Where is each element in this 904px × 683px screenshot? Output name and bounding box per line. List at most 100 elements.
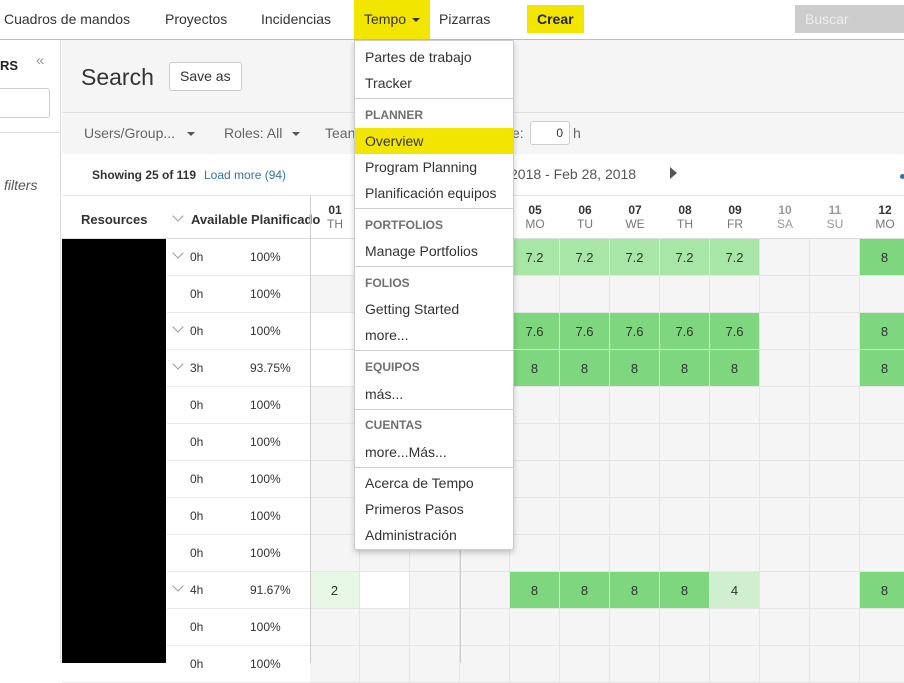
calendar-cell[interactable] (710, 535, 760, 572)
calendar-cell[interactable] (410, 646, 460, 683)
calendar-cell[interactable] (560, 535, 610, 572)
calendar-cell[interactable] (710, 461, 760, 498)
calendar-cell[interactable] (560, 498, 610, 535)
team-filter[interactable]: Tean (325, 125, 355, 141)
calendar-cell[interactable]: 8 (660, 350, 710, 387)
menu-item-about-tempo[interactable]: Acerca de Tempo (355, 470, 513, 496)
chevron-down-icon[interactable] (172, 358, 184, 370)
load-more-link[interactable]: Load more (94) (204, 168, 286, 182)
calendar-cell[interactable]: 7.2 (660, 239, 710, 276)
nav-boards[interactable]: Pizarras (439, 0, 490, 39)
menu-item-team-planning[interactable]: Planificación equipos (355, 180, 513, 206)
calendar-cell[interactable] (310, 646, 360, 683)
available-column-header[interactable]: Available (191, 212, 248, 227)
calendar-cell[interactable] (310, 276, 360, 313)
hours-input[interactable]: 0 (530, 121, 570, 145)
calendar-cell[interactable]: 8 (860, 239, 904, 276)
menu-item-tracker[interactable]: Tracker (355, 70, 513, 96)
calendar-cell[interactable]: 8 (860, 350, 904, 387)
create-button[interactable]: Crear (527, 5, 584, 33)
calendar-cell[interactable] (710, 498, 760, 535)
calendar-cell[interactable] (410, 572, 460, 609)
calendar-cell[interactable] (710, 609, 760, 646)
calendar-cell[interactable] (760, 609, 810, 646)
calendar-cell[interactable] (760, 239, 810, 276)
calendar-cell[interactable]: 8 (860, 313, 904, 350)
chevron-down-icon[interactable] (172, 247, 184, 259)
calendar-cell[interactable] (610, 276, 660, 313)
calendar-cell[interactable] (560, 461, 610, 498)
calendar-cell[interactable] (760, 535, 810, 572)
nav-dashboards[interactable]: Cuadros de mandos (4, 0, 130, 39)
calendar-cell[interactable] (460, 609, 510, 646)
calendar-cell[interactable] (710, 387, 760, 424)
calendar-cell[interactable]: 8 (560, 572, 610, 609)
save-as-button[interactable]: Save as (169, 62, 242, 91)
calendar-cell[interactable] (760, 424, 810, 461)
calendar-cell[interactable] (610, 535, 660, 572)
calendar-cell[interactable]: 8 (660, 572, 710, 609)
chevron-down-icon[interactable] (172, 321, 184, 333)
menu-item-equipos-more[interactable]: más... (355, 381, 513, 407)
calendar-cell[interactable] (410, 609, 460, 646)
calendar-cell[interactable] (560, 609, 610, 646)
calendar-cell[interactable]: 2 (310, 572, 360, 609)
calendar-cell[interactable] (560, 276, 610, 313)
calendar-cell[interactable] (610, 424, 660, 461)
calendar-cell[interactable] (510, 535, 560, 572)
calendar-cell[interactable] (660, 424, 710, 461)
calendar-cell[interactable] (460, 646, 510, 683)
calendar-cell[interactable]: 8 (610, 350, 660, 387)
calendar-cell[interactable] (310, 239, 360, 276)
calendar-cell[interactable] (360, 646, 410, 683)
calendar-cell[interactable] (710, 424, 760, 461)
calendar-cell[interactable] (660, 609, 710, 646)
calendar-cell[interactable] (810, 387, 860, 424)
calendar-cell[interactable] (660, 461, 710, 498)
calendar-cell[interactable] (810, 350, 860, 387)
calendar-cell[interactable] (760, 646, 810, 683)
calendar-cell[interactable]: 7.6 (660, 313, 710, 350)
calendar-cell[interactable] (510, 461, 560, 498)
resources-column-header[interactable]: Resources (81, 212, 147, 227)
calendar-cell[interactable] (860, 276, 904, 313)
calendar-cell[interactable] (310, 313, 360, 350)
calendar-cell[interactable] (510, 424, 560, 461)
calendar-cell[interactable] (610, 387, 660, 424)
users-group-filter[interactable]: Users/Group... (84, 125, 196, 141)
calendar-cell[interactable] (760, 313, 810, 350)
menu-item-cuentas-more[interactable]: more...Más... (355, 439, 513, 465)
calendar-cell[interactable] (760, 572, 810, 609)
calendar-cell[interactable]: 7.6 (610, 313, 660, 350)
calendar-cell[interactable] (310, 424, 360, 461)
calendar-cell[interactable]: 7.6 (560, 313, 610, 350)
calendar-cell[interactable] (610, 498, 660, 535)
calendar-cell[interactable] (710, 276, 760, 313)
calendar-cell[interactable] (610, 646, 660, 683)
calendar-cell[interactable] (810, 609, 860, 646)
calendar-cell[interactable] (510, 387, 560, 424)
calendar-cell[interactable] (510, 498, 560, 535)
calendar-cell[interactable] (560, 387, 610, 424)
sidebar-search-input[interactable] (0, 88, 50, 118)
calendar-cell[interactable] (310, 350, 360, 387)
next-arrow-icon[interactable] (670, 167, 677, 179)
calendar-cell[interactable] (310, 498, 360, 535)
calendar-cell[interactable]: 7.2 (610, 239, 660, 276)
calendar-cell[interactable] (660, 535, 710, 572)
collapse-icon[interactable]: « (36, 52, 44, 69)
calendar-cell[interactable] (810, 424, 860, 461)
calendar-cell[interactable] (710, 646, 760, 683)
calendar-cell[interactable] (360, 609, 410, 646)
calendar-cell[interactable]: 8 (510, 572, 560, 609)
calendar-cell[interactable]: 8 (510, 350, 560, 387)
menu-item-overview[interactable]: Overview (355, 128, 513, 154)
calendar-cell[interactable] (560, 424, 610, 461)
calendar-cell[interactable]: 7.6 (710, 313, 760, 350)
calendar-cell[interactable] (310, 535, 360, 572)
calendar-cell[interactable]: 8 (610, 572, 660, 609)
calendar-cell[interactable] (360, 572, 410, 609)
calendar-cell[interactable]: 7.2 (710, 239, 760, 276)
calendar-cell[interactable] (810, 276, 860, 313)
calendar-cell[interactable]: 8 (560, 350, 610, 387)
